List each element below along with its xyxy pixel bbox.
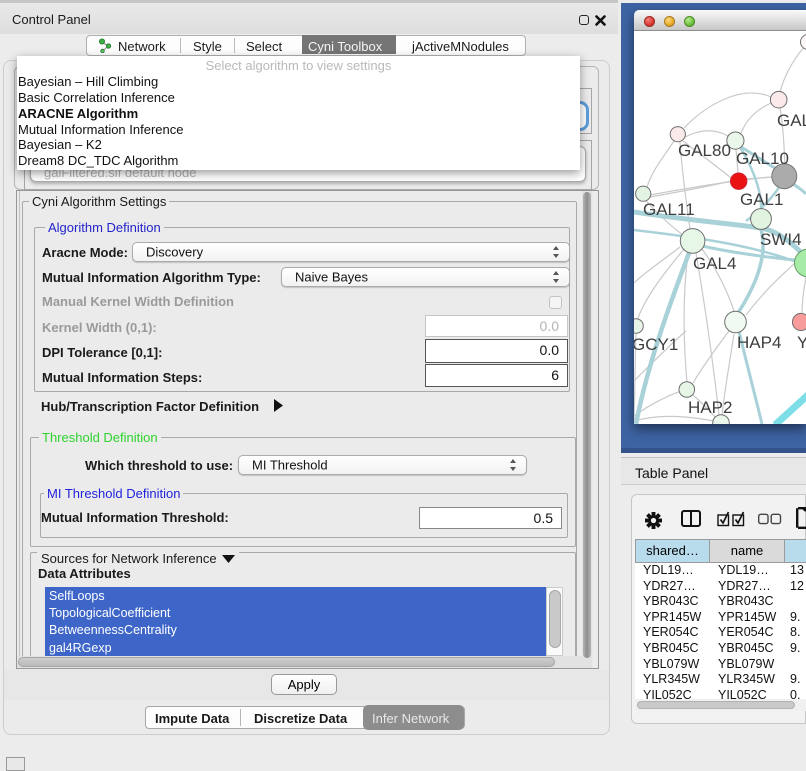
svg-text:HAP4: HAP4 bbox=[737, 333, 781, 352]
svg-text:GAL11: GAL11 bbox=[643, 200, 695, 219]
svg-text:GAL7: GAL7 bbox=[777, 111, 806, 130]
svg-text:GAL4: GAL4 bbox=[693, 254, 736, 273]
svg-text:GAL10: GAL10 bbox=[736, 149, 789, 168]
svg-text:YM: YM bbox=[797, 333, 806, 352]
svg-text:GAL80: GAL80 bbox=[678, 141, 731, 160]
svg-text:GAL1: GAL1 bbox=[740, 190, 783, 209]
svg-text:GCY1: GCY1 bbox=[634, 335, 678, 354]
svg-text:HAP2: HAP2 bbox=[688, 398, 732, 417]
svg-text:SWI4: SWI4 bbox=[760, 230, 802, 249]
